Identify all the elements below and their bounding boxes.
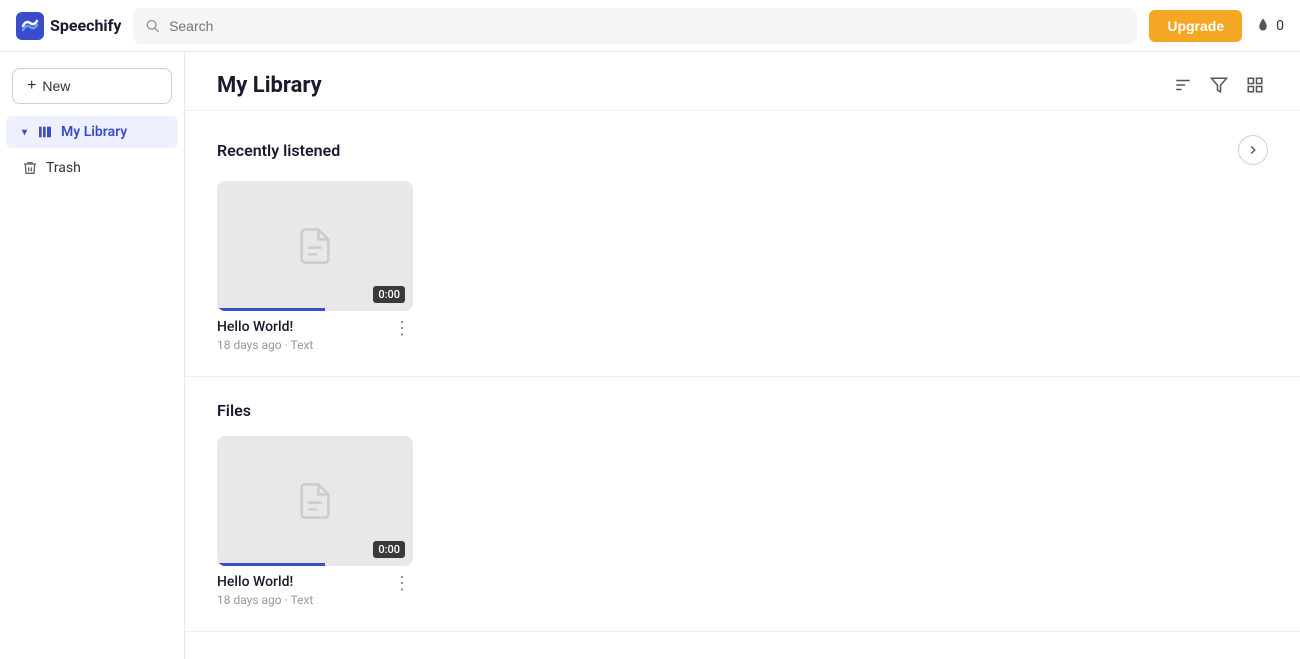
credits-badge: 0 [1254,17,1284,35]
grid-view-button[interactable] [1242,72,1268,98]
grid-icon [1246,76,1264,94]
card-title: Hello World! [217,574,313,590]
plus-icon: + [27,77,36,95]
card-item[interactable]: 0:00 Hello World! 18 days ago · Text ⋮ [217,181,413,352]
card-more-button[interactable]: ⋮ [391,319,413,337]
logo-icon [16,12,44,40]
app-name: Speechify [50,16,121,35]
card-duration: 0:00 [373,286,405,303]
credits-count: 0 [1276,18,1284,34]
topbar-right: Upgrade 0 [1149,10,1284,42]
card-title: Hello World! [217,319,313,335]
recently-listened-cards: 0:00 Hello World! 18 days ago · Text ⋮ [217,181,1268,352]
card-duration: 0:00 [373,541,405,558]
header-actions [1170,72,1268,98]
page-title: My Library [217,73,322,98]
sidebar: + New ▾ My Library Trash [0,52,185,659]
card-meta-time: 18 days ago [217,593,282,607]
sidebar-item-my-library[interactable]: ▾ My Library [6,116,178,148]
card-more-button[interactable]: ⋮ [391,574,413,592]
sidebar-item-label: My Library [61,124,127,140]
card-item[interactable]: 0:00 Hello World! 18 days ago · Text ⋮ [217,436,413,607]
section-header-recently-listened: Recently listened [217,135,1268,165]
section-title-recently-listened: Recently listened [217,141,340,160]
upgrade-button[interactable]: Upgrade [1149,10,1242,42]
logo[interactable]: Speechify [16,12,121,40]
card-info: Hello World! 18 days ago · Text ⋮ [217,574,413,607]
recently-listened-section: Recently listened [185,111,1300,377]
section-header-files: Files [217,401,1268,420]
files-cards: 0:00 Hello World! 18 days ago · Text ⋮ [217,436,1268,607]
card-meta-type: Text [291,338,314,352]
chevron-right-icon [1246,143,1260,157]
search-bar[interactable] [133,8,1137,44]
card-meta: 18 days ago · Text [217,338,313,352]
card-info: Hello World! 18 days ago · Text ⋮ [217,319,413,352]
card-text: Hello World! 18 days ago · Text [217,574,313,607]
card-thumbnail: 0:00 [217,181,413,311]
document-icon [295,481,335,521]
topbar: Speechify Upgrade 0 [0,0,1300,52]
library-icon [37,124,53,140]
card-text: Hello World! 18 days ago · Text [217,319,313,352]
recently-listened-next-button[interactable] [1238,135,1268,165]
main-layout: + New ▾ My Library Trash My Librar [0,52,1300,659]
card-meta-time: 18 days ago [217,338,282,352]
sidebar-item-label: Trash [46,160,81,176]
filter-button[interactable] [1206,72,1232,98]
trash-icon [22,160,38,176]
chevron-down-icon: ▾ [22,127,27,138]
document-icon [295,226,335,266]
files-section: Files 0:00 Hello Wo [185,377,1300,632]
flame-icon [1254,17,1272,35]
content-header: My Library [185,52,1300,111]
card-thumbnail: 0:00 [217,436,413,566]
filter-icon [1210,76,1228,94]
section-title-files: Files [217,401,251,420]
new-button[interactable]: + New [12,68,172,104]
card-meta-type: Text [291,593,314,607]
sort-button[interactable] [1170,72,1196,98]
sort-icon [1174,76,1192,94]
search-input[interactable] [169,18,1125,34]
card-meta: 18 days ago · Text [217,593,313,607]
content-area: My Library [185,52,1300,659]
new-button-label: New [42,78,70,94]
sidebar-item-trash[interactable]: Trash [6,152,178,184]
search-icon [145,18,161,34]
